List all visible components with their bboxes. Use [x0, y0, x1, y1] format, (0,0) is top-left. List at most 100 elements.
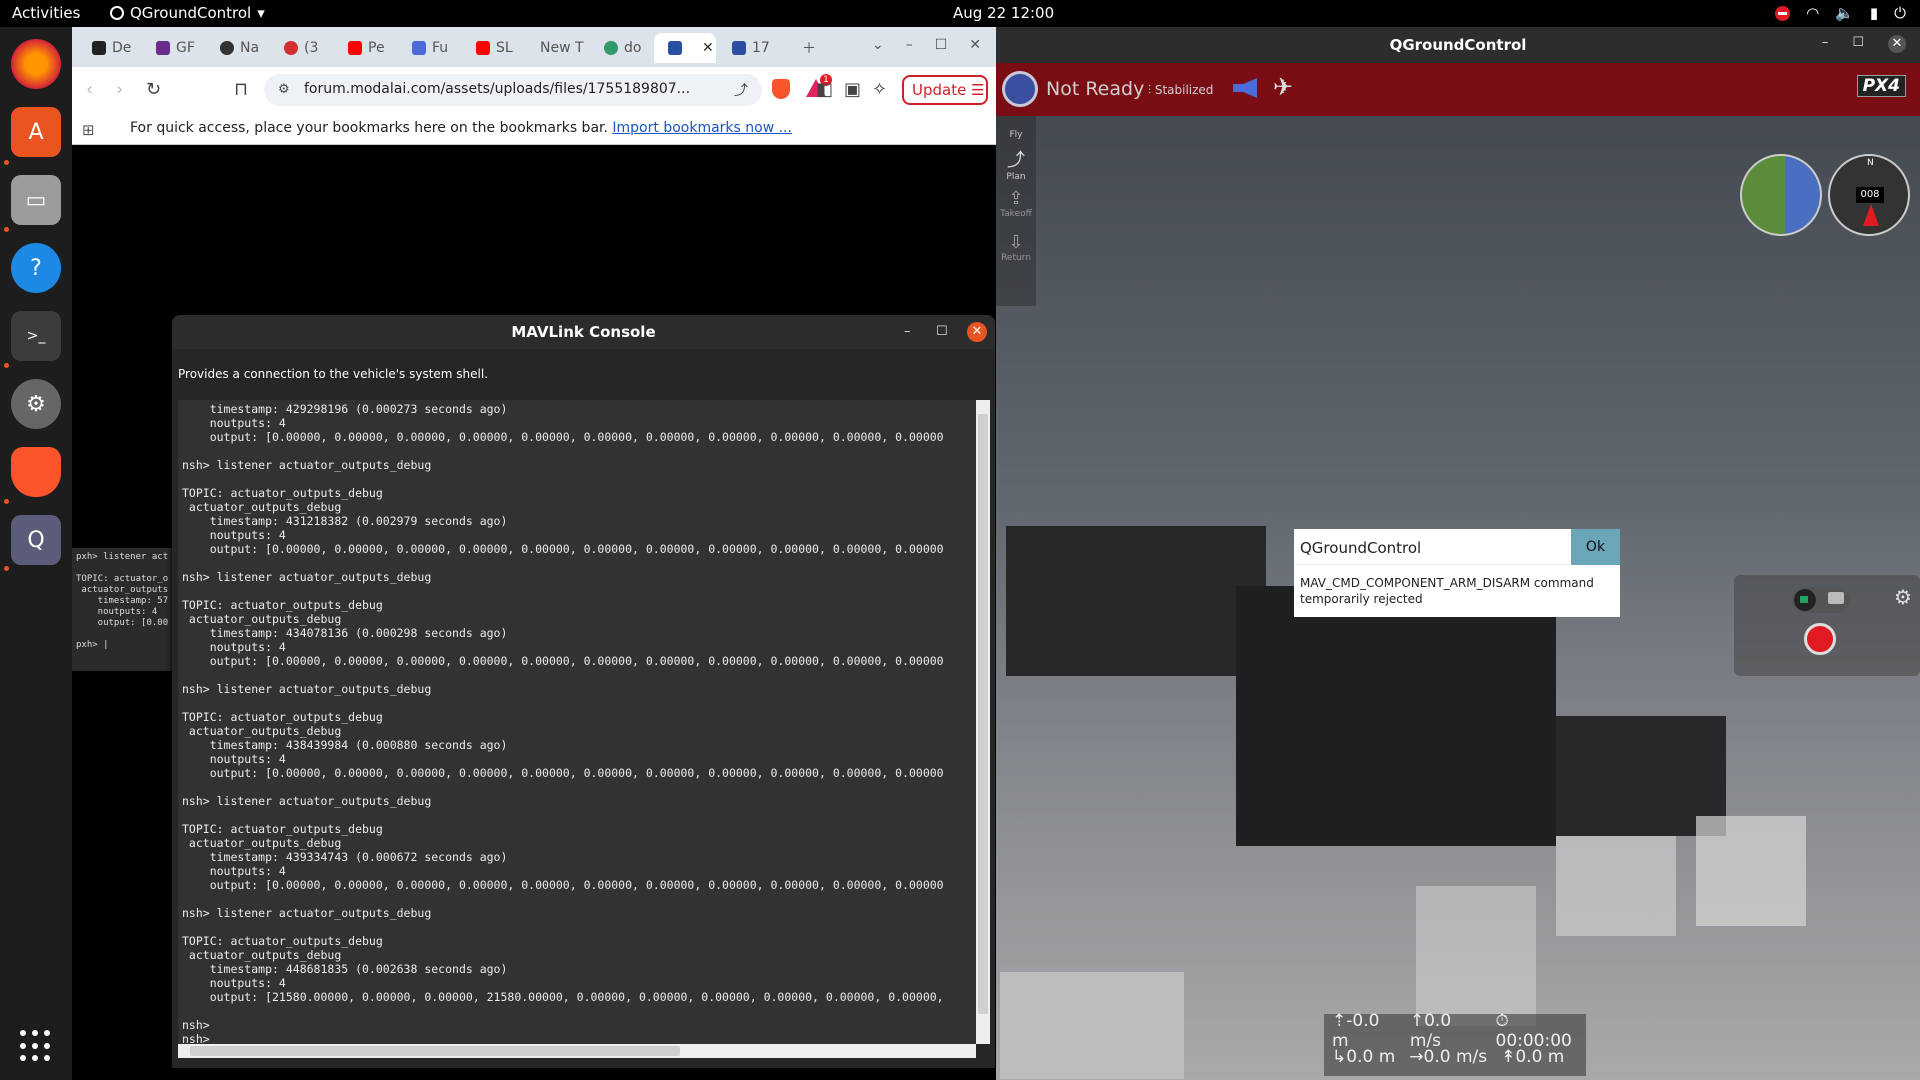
help-icon[interactable]: ?: [11, 243, 61, 293]
top-bar: Activities QGroundControl ▾ Aug 22 12:00…: [0, 0, 1920, 27]
address-bar[interactable]: ⚙ forum.modalai.com/assets/uploads/files…: [264, 74, 762, 106]
maximize-icon[interactable]: ☐: [936, 324, 948, 339]
browser-tab[interactable]: Fu: [398, 33, 460, 63]
flight-mode[interactable]: ⫶ Stabilized: [1148, 83, 1213, 98]
browser-tab-active[interactable]: ✕: [654, 33, 716, 63]
altitude-relative: ⇡-0.0 m: [1332, 1011, 1396, 1051]
flight-mode-icon: ⫶: [1148, 83, 1155, 97]
tab-label: SL: [496, 40, 513, 56]
record-button[interactable]: [1804, 623, 1836, 655]
app-center-icon[interactable]: A: [11, 107, 61, 157]
gear-icon[interactable]: ⚙: [1894, 585, 1912, 609]
clock[interactable]: Aug 22 12:00: [953, 4, 1054, 22]
reload-icon[interactable]: ↻: [146, 79, 161, 100]
tab-search-icon[interactable]: ⌄: [872, 37, 884, 53]
browser-tab[interactable]: (3: [270, 33, 332, 63]
qgroundcontrol-icon: [110, 6, 124, 20]
horizontal-speed-value: 0.0 m/s: [1423, 1047, 1488, 1067]
vehicle-status[interactable]: Not Ready: [1046, 78, 1144, 100]
bookmark-icon[interactable]: ⊓: [234, 79, 248, 100]
ok-button[interactable]: Ok: [1571, 529, 1620, 565]
tool-return[interactable]: ⇩ Return: [996, 232, 1036, 263]
tool-plan[interactable]: ⤴ Plan: [996, 146, 1036, 182]
system-tray[interactable]: ◠ 🔈 ▮ ⏻: [1775, 4, 1906, 22]
forward-icon[interactable]: ›: [116, 79, 123, 100]
import-bookmarks-link[interactable]: Import bookmarks now ...: [612, 120, 792, 136]
px4-logo: PX4: [1856, 75, 1906, 97]
new-tab-button[interactable]: ＋: [788, 33, 818, 63]
video-camera-icon: [1794, 589, 1816, 611]
leo-ai-icon[interactable]: ✧: [872, 79, 887, 100]
activities-button[interactable]: Activities: [12, 4, 80, 22]
close-icon[interactable]: ✕: [967, 322, 987, 342]
minimize-icon[interactable]: –: [906, 37, 913, 53]
video-shadow: [1236, 586, 1556, 846]
scrollbar-thumb[interactable]: [190, 1046, 680, 1056]
close-tab-icon[interactable]: ✕: [702, 40, 714, 56]
qgc-window-title[interactable]: QGroundControl: [996, 27, 1920, 63]
tab-strip: De GF Na (3 Pe Fu SL New T do ✕ 17 ＋ ⌄ –…: [72, 27, 996, 67]
browser-tab[interactable]: do: [590, 33, 652, 63]
minimize-icon[interactable]: –: [904, 324, 911, 339]
firefox-icon[interactable]: [11, 39, 61, 89]
qgc-logo-icon[interactable]: [1002, 71, 1038, 107]
tab-favicon-icon: [220, 41, 234, 55]
sidebar-icon[interactable]: ◧: [816, 79, 833, 100]
scrollbar-thumb[interactable]: [978, 414, 988, 1014]
running-indicator: [4, 227, 9, 232]
vertical-scrollbar[interactable]: [976, 400, 990, 1044]
browser-tab[interactable]: New T: [526, 33, 588, 63]
console-output[interactable]: timestamp: 429298196 (0.000273 seconds a…: [178, 400, 976, 1044]
running-indicator: [4, 160, 9, 165]
mini-map[interactable]: [1000, 972, 1184, 1079]
minimize-icon[interactable]: –: [1822, 35, 1829, 53]
settings-icon[interactable]: ⚙: [11, 379, 61, 429]
apps-grid-icon[interactable]: ⊞: [82, 121, 95, 139]
files-icon[interactable]: ▭: [11, 175, 61, 225]
close-icon[interactable]: ✕: [969, 37, 981, 53]
tab-label: De: [112, 40, 132, 56]
browser-tab[interactable]: Na: [206, 33, 268, 63]
gps-icon[interactable]: ✈: [1273, 73, 1301, 103]
tab-label: GF: [176, 40, 195, 56]
wifi-icon: ◠: [1806, 4, 1820, 22]
site-info-icon[interactable]: ⚙: [278, 82, 290, 97]
altitude-icon: ↟: [1501, 1047, 1516, 1067]
qgc-window-controls: – ☐ ✕: [1822, 35, 1906, 53]
fly-toolstrip: Fly ⤴ Plan ⇪ Takeoff ⇩ Return: [996, 116, 1036, 306]
tool-takeoff[interactable]: ⇪ Takeoff: [996, 188, 1036, 219]
tool-label: Fly: [1009, 130, 1023, 140]
browser-tab[interactable]: De: [78, 33, 140, 63]
megaphone-icon[interactable]: [1231, 77, 1261, 99]
app-menu[interactable]: QGroundControl ▾: [110, 4, 265, 22]
maximize-icon[interactable]: ☐: [935, 37, 948, 53]
tool-fly[interactable]: Fly: [996, 130, 1036, 140]
brave-shields-icon[interactable]: [772, 79, 790, 99]
browser-tab[interactable]: 17: [718, 33, 780, 63]
telemetry-panel[interactable]: ⇡-0.0 m ↑0.0 m/s ⏱00:00:00 ↳0.0 m →0.0 m…: [1324, 1011, 1586, 1076]
browser-tab[interactable]: Pe: [334, 33, 396, 63]
horizontal-scrollbar[interactable]: [178, 1044, 976, 1058]
browser-tab[interactable]: GF: [142, 33, 204, 63]
plus-icon: ＋: [802, 41, 816, 57]
photo-camera-icon[interactable]: [1828, 592, 1844, 604]
brave-icon[interactable]: [11, 447, 61, 497]
maximize-icon[interactable]: ☐: [1852, 35, 1864, 53]
back-icon[interactable]: ‹: [86, 79, 93, 100]
do-not-disturb-icon: [1775, 5, 1791, 21]
terminal-icon[interactable]: >_: [11, 311, 61, 361]
close-icon[interactable]: ✕: [1888, 35, 1906, 53]
vertical-speed: ↑0.0 m/s: [1410, 1011, 1482, 1051]
tool-label: Return: [1001, 253, 1031, 263]
share-icon[interactable]: ⤴: [734, 80, 748, 100]
qgroundcontrol-icon[interactable]: Q: [11, 515, 61, 565]
browser-tab[interactable]: SL: [462, 33, 524, 63]
show-apps-icon[interactable]: [20, 1030, 52, 1062]
arrow-up-icon: ↑: [1409, 1011, 1425, 1031]
terminal-window[interactable]: pxh> listener act TOPIC: actuator_o actu…: [72, 548, 172, 671]
wallet-icon[interactable]: ▣: [844, 79, 861, 100]
menu-icon: ☰: [971, 81, 985, 99]
console-title[interactable]: MAVLink Console: [172, 315, 995, 349]
youtube-icon: [348, 41, 362, 55]
update-button[interactable]: Update ☰: [902, 75, 988, 105]
